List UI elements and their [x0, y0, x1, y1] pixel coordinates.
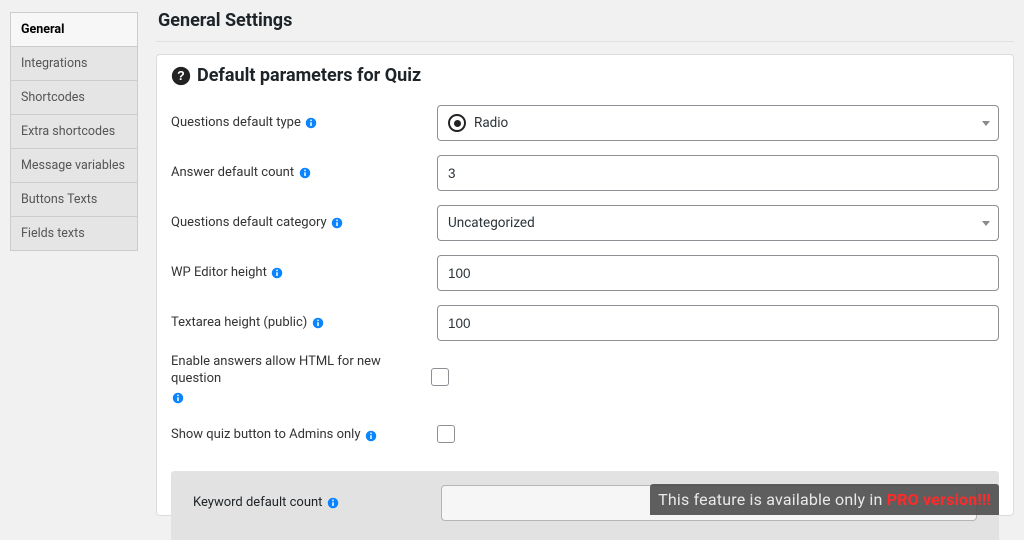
- field-label: Questions default type: [171, 115, 301, 132]
- row-enable-answers-allow-html: Enable answers allow HTML for new questi…: [171, 348, 999, 411]
- sidebar-item-label: Shortcodes: [21, 90, 85, 105]
- row-textarea-height-public: Textarea height (public): [171, 298, 999, 348]
- sidebar-item-buttons-texts[interactable]: Buttons Texts: [10, 182, 138, 216]
- select-value: Radio: [474, 115, 508, 131]
- radio-icon: [448, 114, 466, 132]
- panel-title-text: Default parameters for Quiz: [197, 65, 421, 86]
- show-quiz-button-admins-only-checkbox[interactable]: [437, 425, 455, 443]
- sidebar-item-label: General: [21, 22, 64, 37]
- info-icon[interactable]: [311, 316, 324, 329]
- field-label: Keyword default count: [193, 495, 322, 510]
- answer-default-count-input[interactable]: [437, 155, 999, 191]
- select-value: Uncategorized: [448, 215, 535, 231]
- pro-banner-prefix: This feature is available only in: [658, 490, 887, 509]
- sidebar-item-label: Integrations: [21, 56, 87, 71]
- default-parameters-panel: ? Default parameters for Quiz Questions …: [156, 54, 1014, 516]
- field-label: Show quiz button to Admins only: [171, 427, 361, 444]
- sidebar-item-label: Extra shortcodes: [21, 124, 115, 139]
- page-title: General Settings: [158, 8, 1014, 31]
- sidebar-item-shortcodes[interactable]: Shortcodes: [10, 80, 138, 114]
- questions-default-category-select[interactable]: Uncategorized: [437, 205, 999, 241]
- questions-default-type-select[interactable]: Radio: [437, 105, 999, 141]
- row-questions-default-type: Questions default type Radio: [171, 98, 999, 148]
- chevron-down-icon: [982, 221, 990, 226]
- sidebar-item-label: Message variables: [21, 158, 125, 173]
- sidebar-item-label: Fields texts: [21, 226, 85, 241]
- info-icon[interactable]: [326, 496, 339, 509]
- info-icon[interactable]: [298, 166, 311, 179]
- row-questions-default-category: Questions default category Uncategorized: [171, 198, 999, 248]
- info-icon[interactable]: [171, 392, 184, 405]
- sidebar-item-message-variables[interactable]: Message variables: [10, 148, 138, 182]
- field-label: Enable answers allow HTML for new questi…: [171, 354, 431, 388]
- help-icon[interactable]: ?: [171, 66, 191, 86]
- settings-sidebar: General Integrations Shortcodes Extra sh…: [10, 12, 138, 532]
- row-answer-default-count: Answer default count: [171, 148, 999, 198]
- field-label: Questions default category: [171, 215, 327, 232]
- info-icon[interactable]: [305, 116, 318, 129]
- row-wp-editor-height: WP Editor height: [171, 248, 999, 298]
- info-icon[interactable]: [365, 429, 378, 442]
- panel-title-row: ? Default parameters for Quiz: [157, 55, 1013, 92]
- pro-banner-highlight: PRO version!!!: [887, 490, 991, 509]
- sidebar-item-general[interactable]: General: [10, 12, 138, 46]
- divider: [156, 41, 1014, 42]
- svg-text:?: ?: [177, 69, 185, 83]
- chevron-down-icon: [982, 121, 990, 126]
- enable-answers-allow-html-checkbox[interactable]: [431, 368, 449, 386]
- wp-editor-height-input[interactable]: [437, 255, 999, 291]
- sidebar-item-integrations[interactable]: Integrations: [10, 46, 138, 80]
- sidebar-item-label: Buttons Texts: [21, 192, 97, 207]
- field-label: Answer default count: [171, 165, 294, 182]
- main-content: General Settings ? Default parameters fo…: [156, 8, 1014, 532]
- textarea-height-public-input[interactable]: [437, 305, 999, 341]
- info-icon[interactable]: [271, 266, 284, 279]
- sidebar-item-fields-texts[interactable]: Fields texts: [10, 216, 138, 251]
- info-icon[interactable]: [331, 216, 344, 229]
- row-show-quiz-button-admins-only: Show quiz button to Admins only: [171, 411, 999, 461]
- field-label: Textarea height (public): [171, 315, 307, 332]
- field-label: WP Editor height: [171, 265, 267, 282]
- pro-version-banner[interactable]: This feature is available only in PRO ve…: [650, 484, 999, 515]
- sidebar-item-extra-shortcodes[interactable]: Extra shortcodes: [10, 114, 138, 148]
